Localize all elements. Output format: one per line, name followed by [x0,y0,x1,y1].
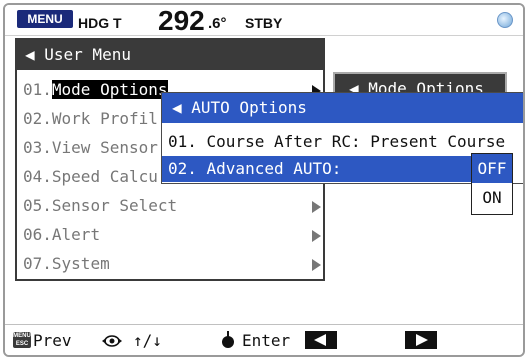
advanced-auto-row[interactable]: 02. Advanced AUTO: [162,156,498,182]
status-bar: MENU HDG T 292 .6° STBY [5,5,523,36]
left-arrow-button[interactable] [305,331,337,349]
prev-label: Prev [33,331,72,350]
bottom-bar: MENU ESC Prev ↑/↓ Enter [5,324,523,355]
menu-item-number: 07. [23,254,52,273]
menu-item-number: 01. [23,80,52,99]
mode-indicator: STBY [245,15,283,31]
gps-status-icon [497,12,513,28]
menu-item-label: Sensor Select [51,196,178,215]
menu-item-number: 03. [23,138,52,157]
option-off[interactable]: OFF [472,154,512,183]
menu-badge[interactable]: MENU [17,10,73,28]
chevron-right-icon [312,259,321,271]
heading-value: 292 [158,5,205,36]
menu-item-label: Speed Calcu [51,167,158,186]
display-frame: MENU HDG T 292 .6° STBY ◀ Mode Options ◀… [3,3,525,357]
menu-item-number: 04. [23,167,52,186]
auto-options-title[interactable]: ◀ AUTO Options [162,93,523,123]
push-knob-icon [222,331,234,348]
menu-item-sensor-select[interactable]: 05.Sensor Select [23,193,323,219]
menu-item-label: Work Profil [51,109,158,128]
menu-item-system[interactable]: 07.System [23,251,323,277]
right-arrow-button[interactable] [405,331,437,349]
course-after-rc-row[interactable]: 01. Course After RC: Present Course [168,129,505,155]
heading-label: HDG T [78,15,122,31]
chevron-right-icon [312,230,321,242]
scroll-label: ↑/↓ [133,331,162,350]
menu-item-label: System [51,254,110,273]
heading-decimal: .6° [208,15,227,32]
advanced-auto-dropdown[interactable]: OFF ON [471,153,513,215]
chevron-right-icon [312,201,321,213]
enter-label: Enter [242,331,291,350]
menu-item-label: View Sensor [51,138,158,157]
right-arrow-icon [416,334,428,346]
user-menu-title[interactable]: ◀ User Menu [17,40,323,70]
knob-icon [102,335,122,347]
option-on[interactable]: ON [472,183,512,212]
menu-item-number: 02. [23,109,52,128]
menu-item-number: 06. [23,225,52,244]
menu-item-label: Alert [51,225,101,244]
menu-item-number: 05. [23,196,52,215]
menu-esc-icon[interactable]: MENU ESC [13,332,31,348]
left-arrow-icon [314,334,326,346]
menu-item-label: Mode Options [51,80,168,99]
menu-item-alert[interactable]: 06.Alert [23,222,323,248]
